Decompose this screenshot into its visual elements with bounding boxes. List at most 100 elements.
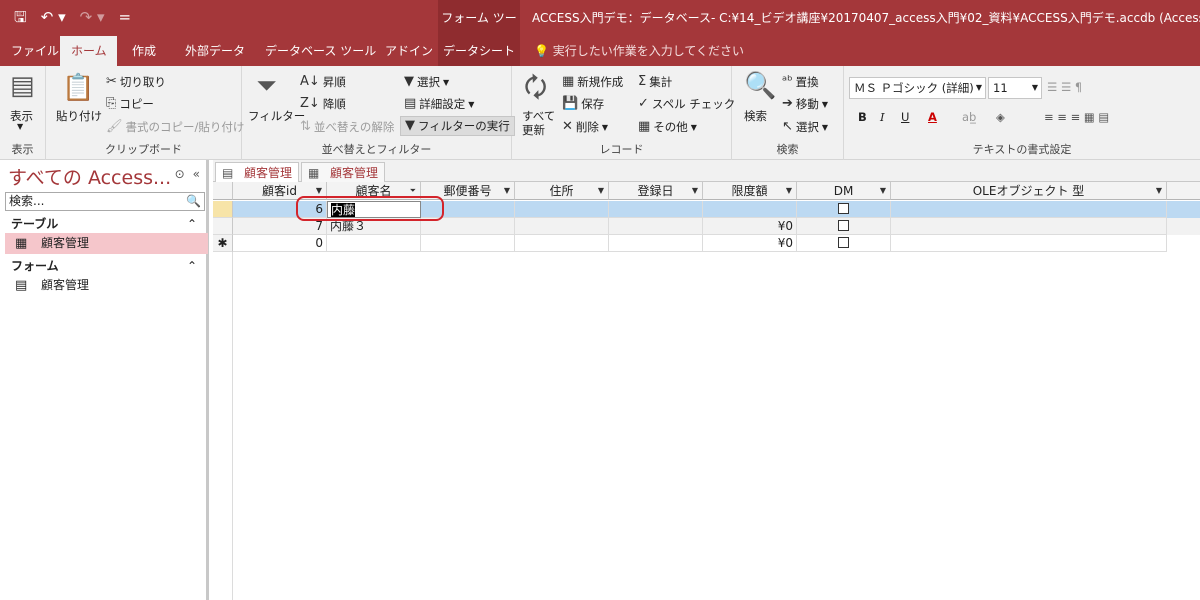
document-tabs: ▤ 顧客管理 ▦ 顧客管理 [213, 160, 1200, 182]
refresh-all-button[interactable]: 更新 [522, 122, 545, 138]
tab-external-data[interactable]: 外部データ [174, 36, 256, 66]
nav-menu-icon[interactable]: ⊙ [175, 167, 185, 181]
row-selector[interactable] [213, 218, 233, 235]
new-record-selector[interactable]: ✱ [213, 235, 233, 252]
table-row[interactable]: 0 ¥0 [233, 235, 1200, 252]
cell-id[interactable]: 0 [233, 235, 327, 252]
advanced-filter-icon: ▤ [404, 96, 417, 111]
tab-create[interactable]: 作成 [121, 36, 167, 66]
font-name-select[interactable]: ＭＳ Ｐゴシック (詳細) ▼ [849, 77, 986, 99]
cell-address[interactable] [515, 201, 609, 218]
new-record-icon: ▦ [562, 74, 575, 89]
group-find: 🔍 検索 ᵃᵇ 置換 ➔ 移動 ▼ ↖ 選択 ▼ 検索 [732, 66, 844, 160]
selection-filter-button[interactable]: ▼ 選択 ▼ [404, 74, 449, 90]
font-color-icon[interactable]: A [928, 110, 937, 124]
find-button[interactable]: 検索 [744, 108, 767, 124]
tab-datasheet[interactable]: データシート [438, 36, 520, 66]
goto-button[interactable]: ➔ 移動 ▼ [782, 96, 828, 112]
redo-button[interactable]: ↷ ▾ [80, 8, 105, 26]
copy-button[interactable]: ⎘ コピー [106, 96, 154, 112]
nav-search-input[interactable]: 検索... 🔍 [5, 192, 205, 211]
dropdown-icon[interactable]: ▼ [692, 182, 698, 200]
new-record-button[interactable]: ▦ 新規作成 [562, 74, 623, 90]
dropdown-icon[interactable]: ▼ [1156, 182, 1162, 200]
select-button[interactable]: ↖ 選択 ▼ [782, 119, 828, 135]
sort-desc-button[interactable]: Z↓ 降順 [300, 96, 346, 112]
tab-database-tools[interactable]: データベース ツール [254, 36, 387, 66]
row-selector[interactable] [213, 201, 233, 218]
nav-item-form[interactable]: ▤ 顧客管理 [5, 275, 208, 296]
nav-section-forms[interactable]: フォーム ⌃ [5, 256, 205, 276]
more-icon: ▦ [638, 119, 651, 134]
list-icon[interactable]: ☰ ☰ ¶ [1047, 80, 1082, 94]
nav-title[interactable]: すべての Access... [8, 163, 171, 190]
collapse-pane-icon[interactable]: « [193, 167, 200, 181]
cell-date[interactable] [609, 218, 703, 235]
advanced-filter-button[interactable]: ▤ 詳細設定 ▼ [404, 96, 474, 112]
underline-button[interactable]: U [901, 110, 909, 124]
copy-icon: ⎘ [106, 96, 117, 111]
dm-checkbox[interactable] [838, 237, 849, 248]
paste-button[interactable]: 貼り付け [56, 108, 102, 124]
cell-name[interactable] [327, 235, 421, 252]
undo-button[interactable]: ↶ ▾ [41, 8, 66, 26]
column-header-date[interactable]: 登録日 ▼ [609, 182, 703, 200]
cell-dm [797, 218, 891, 235]
cell-ole[interactable] [891, 201, 1167, 218]
cell-date[interactable] [609, 201, 703, 218]
font-size-select[interactable]: 11 ▼ [988, 77, 1042, 99]
italic-button[interactable]: I [880, 110, 885, 124]
group-label-clipboard: クリップボード [105, 143, 182, 156]
cell-date[interactable] [609, 235, 703, 252]
fill-color-icon[interactable]: ◈ [996, 110, 1005, 124]
column-header-limit[interactable]: 限度額 ▼ [703, 182, 797, 200]
cell-zip[interactable] [421, 235, 515, 252]
remove-sort-icon: ⇅ [300, 119, 311, 134]
totals-button[interactable]: Σ 集計 [638, 74, 672, 90]
cell-ole[interactable] [891, 218, 1167, 235]
more-button[interactable]: ▦ その他 ▼ [638, 119, 697, 135]
cell-ole[interactable] [891, 235, 1167, 252]
toggle-filter-button[interactable]: ▼ フィルターの実行 [400, 116, 515, 136]
dm-checkbox[interactable] [838, 220, 849, 231]
spelling-button[interactable]: ✓ スペル チェック [638, 96, 735, 112]
customize-qat-button[interactable]: = [119, 8, 132, 26]
format-painter-button[interactable]: 🖌 書式のコピー/貼り付け [106, 119, 244, 135]
cell-limit[interactable] [703, 201, 797, 218]
save-icon[interactable]: 🖫 [14, 8, 27, 26]
save-record-button[interactable]: 💾 保存 [562, 96, 604, 112]
group-clipboard: 📋 貼り付け ✂ 切り取り ⎘ コピー 🖌 書式のコピー/貼り付け クリップボード [46, 66, 244, 160]
table-icon: ▦ [15, 236, 28, 251]
delete-record-button[interactable]: ✕ 削除 ▼ [562, 119, 608, 135]
bold-button[interactable]: B [858, 110, 867, 124]
tab-home[interactable]: ホーム [60, 36, 117, 66]
tell-me-box[interactable]: 💡 実行したい作業を入力してください [534, 36, 744, 66]
tab-addins[interactable]: アドイン [374, 36, 444, 66]
cell-address[interactable] [515, 235, 609, 252]
filter-button[interactable]: フィルター [248, 108, 305, 124]
column-header-dm[interactable]: DM ▼ [797, 182, 891, 200]
replace-button[interactable]: ᵃᵇ 置換 [782, 74, 819, 90]
doc-tab-form[interactable]: ▤ 顧客管理 [215, 162, 300, 182]
group-view: ▤ 表示 ▼ 表示 [0, 66, 46, 160]
dropdown-icon[interactable]: ▼ [504, 182, 510, 200]
sigma-icon: Σ [638, 74, 647, 89]
nav-section-tables[interactable]: テーブル ⌃ [5, 214, 205, 234]
align-icons[interactable]: ≡ ≡ ≡ ▦ ▤ [1044, 110, 1109, 124]
nav-item-table[interactable]: ▦ 顧客管理 [5, 233, 208, 254]
dropdown-icon[interactable]: ▼ [598, 182, 604, 200]
dm-checkbox[interactable] [838, 203, 849, 214]
highlight-icon[interactable]: ab̲ [962, 110, 976, 124]
cell-address[interactable] [515, 218, 609, 235]
cell-limit[interactable]: ¥0 [703, 218, 797, 235]
dropdown-icon[interactable]: ▼ [786, 182, 792, 200]
select-all-corner[interactable] [213, 182, 233, 200]
cell-limit[interactable]: ¥0 [703, 235, 797, 252]
sort-asc-button[interactable]: A↓ 昇順 [300, 74, 346, 90]
remove-sort-button[interactable]: ⇅ 並べ替えの解除 [300, 119, 394, 135]
dropdown-icon[interactable]: ▼ [880, 182, 886, 200]
column-header-ole[interactable]: OLEオブジェクト 型 ▼ [891, 182, 1167, 200]
cut-button[interactable]: ✂ 切り取り [106, 74, 166, 90]
doc-tab-table[interactable]: ▦ 顧客管理 [301, 162, 386, 182]
column-header-address[interactable]: 住所 ▼ [515, 182, 609, 200]
